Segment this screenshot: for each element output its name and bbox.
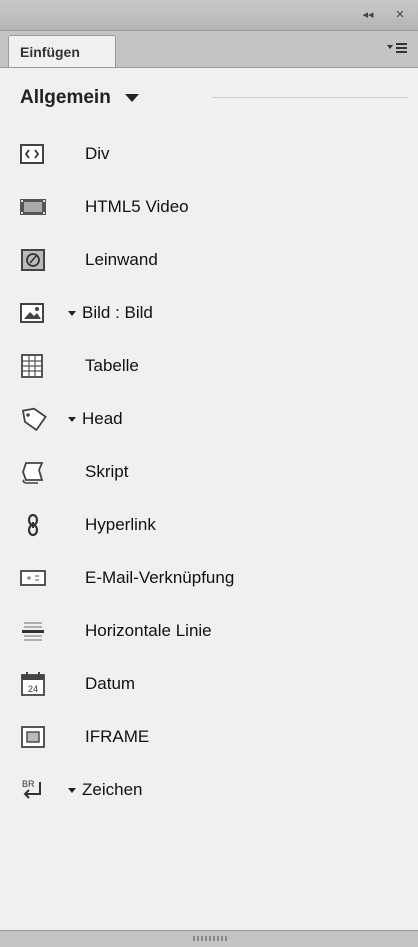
panel-menu-icon[interactable]	[386, 41, 408, 57]
svg-text:BR: BR	[22, 779, 35, 789]
item-label: E-Mail-Verknüpfung	[85, 568, 235, 587]
tab-strip: Einfügen	[0, 31, 418, 68]
insert-item-head[interactable]: Head	[18, 401, 398, 437]
div-icon	[18, 140, 48, 168]
item-label: Head	[82, 409, 123, 428]
insert-item-html5-video[interactable]: HTML5 Video	[18, 189, 398, 225]
item-label: HTML5 Video	[85, 197, 189, 216]
item-label: IFRAME	[85, 727, 150, 746]
insert-item-datum[interactable]: 24 Datum	[18, 666, 398, 702]
chevron-down-icon[interactable]	[68, 311, 76, 316]
chevron-down-icon	[124, 94, 139, 102]
insert-item-email[interactable]: E-Mail-Verknüpfung	[18, 560, 398, 596]
iframe-icon	[18, 723, 48, 751]
item-label: Zeichen	[82, 780, 143, 799]
insert-item-skript[interactable]: Skript	[18, 454, 398, 490]
insert-panel: ◂◂ ✕ Einfügen Allgemein Div HTML5 Video …	[0, 0, 418, 947]
image-icon	[18, 299, 48, 327]
tab-label: Einfügen	[20, 44, 80, 60]
date-icon: 24	[18, 670, 48, 698]
character-icon: BR	[18, 776, 48, 804]
script-icon	[18, 458, 48, 486]
panel-resize-bar[interactable]	[0, 930, 418, 947]
tag-icon	[18, 405, 48, 433]
resize-grip-icon[interactable]	[193, 936, 227, 941]
chevron-down-icon[interactable]	[68, 788, 76, 793]
panel-titlebar: ◂◂ ✕	[0, 0, 418, 31]
insert-item-leinwand[interactable]: Leinwand	[18, 242, 398, 278]
horizontal-rule-icon	[18, 617, 48, 645]
insert-item-iframe[interactable]: IFRAME	[18, 719, 398, 755]
insert-item-div[interactable]: Div	[18, 136, 398, 172]
insert-item-hyperlink[interactable]: Hyperlink	[18, 507, 398, 543]
item-label: Skript	[85, 462, 129, 481]
insert-item-horizontale-linie[interactable]: Horizontale Linie	[18, 613, 398, 649]
category-divider	[212, 97, 408, 98]
item-label: Hyperlink	[85, 515, 156, 534]
item-label: Bild : Bild	[82, 303, 153, 322]
close-icon[interactable]: ✕	[392, 8, 408, 22]
item-label: Tabelle	[85, 356, 139, 375]
tab-einfuegen[interactable]: Einfügen	[8, 35, 116, 67]
insert-item-tabelle[interactable]: Tabelle	[18, 348, 398, 384]
video-icon	[18, 193, 48, 221]
category-label: Allgemein	[20, 87, 111, 108]
svg-text:24: 24	[28, 684, 38, 694]
item-label: Datum	[85, 674, 136, 693]
canvas-icon	[18, 246, 48, 274]
email-icon	[18, 564, 48, 592]
chevron-down-icon[interactable]	[68, 417, 76, 422]
collapse-icon[interactable]: ◂◂	[360, 8, 376, 22]
item-label: Div	[85, 144, 110, 163]
insert-item-zeichen[interactable]: BR Zeichen	[18, 772, 398, 808]
table-icon	[18, 352, 48, 380]
hyperlink-icon	[18, 511, 48, 539]
category-dropdown[interactable]: Allgemein	[20, 84, 139, 112]
insert-item-bild[interactable]: Bild : Bild	[18, 295, 398, 331]
item-label: Horizontale Linie	[85, 621, 212, 640]
item-label: Leinwand	[85, 250, 158, 269]
